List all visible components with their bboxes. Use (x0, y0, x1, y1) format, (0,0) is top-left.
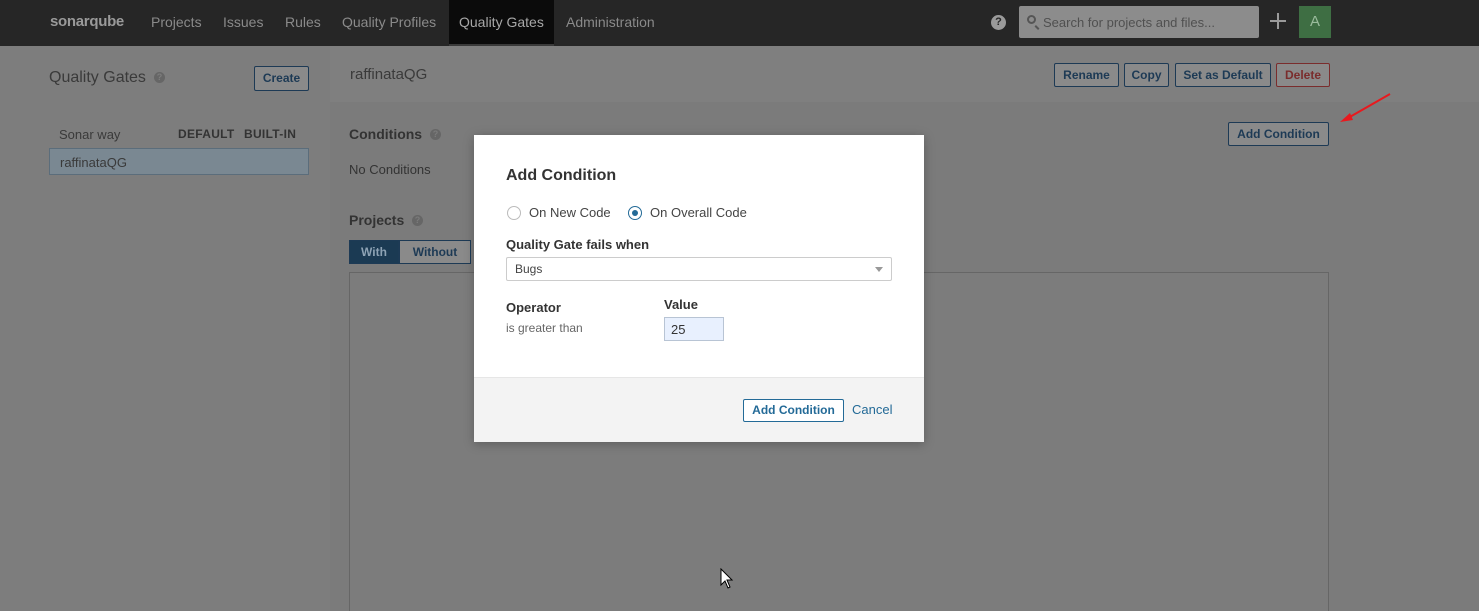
add-condition-modal: Add Condition On New Code On Overall Cod… (474, 135, 924, 442)
nav-administration[interactable]: Administration (556, 0, 665, 46)
submit-add-condition-button[interactable]: Add Condition (743, 399, 844, 422)
gate-name: raffinataQG (60, 155, 127, 170)
radio-overall-code[interactable] (628, 206, 642, 220)
conditions-title: Conditions (349, 126, 423, 142)
mouse-cursor-icon (720, 568, 734, 589)
chevron-down-icon (875, 267, 883, 272)
rename-button[interactable]: Rename (1054, 63, 1119, 87)
global-search[interactable] (1019, 6, 1259, 38)
tab-without[interactable]: Without (399, 240, 471, 264)
radio-overall-code-label[interactable]: On Overall Code (650, 205, 747, 220)
nav-projects[interactable]: Projects (141, 0, 212, 46)
help-icon[interactable]: ? (154, 72, 165, 83)
nav-quality-gates[interactable]: Quality Gates (449, 0, 554, 46)
gate-list-item[interactable]: raffinataQG (49, 148, 309, 175)
fails-when-label: Quality Gate fails when (506, 237, 650, 252)
radio-new-code-label[interactable]: On New Code (529, 205, 611, 220)
top-navbar: sonarqube Projects Issues Rules Quality … (0, 0, 1479, 46)
annotation-arrow-icon (1340, 93, 1391, 122)
built-in-badge: BUILT-IN (244, 127, 297, 141)
search-input[interactable] (1043, 6, 1253, 38)
gate-name: Sonar way (59, 127, 121, 142)
copy-button[interactable]: Copy (1124, 63, 1169, 87)
metric-select-value: Bugs (515, 262, 543, 276)
nav-issues[interactable]: Issues (213, 0, 273, 46)
set-as-default-button[interactable]: Set as Default (1175, 63, 1271, 87)
projects-title: Projects (349, 212, 405, 228)
empty-conditions-text: No Conditions (349, 162, 431, 177)
help-icon[interactable]: ? (991, 15, 1006, 30)
avatar[interactable]: A (1299, 6, 1331, 38)
help-icon[interactable]: ? (412, 215, 423, 226)
value-input[interactable] (664, 317, 724, 341)
modal-footer: Add Condition Cancel (474, 377, 924, 442)
value-label: Value (664, 297, 698, 312)
gate-list-item[interactable]: Sonar way DEFAULT BUILT-IN (49, 121, 309, 148)
nav-quality-profiles[interactable]: Quality Profiles (332, 0, 446, 46)
add-condition-button[interactable]: Add Condition (1228, 122, 1329, 146)
cancel-link[interactable]: Cancel (852, 402, 892, 417)
operator-label: Operator (506, 300, 561, 315)
search-icon (1027, 15, 1036, 24)
sonarqube-logo[interactable]: sonarqube (50, 13, 124, 30)
tab-with[interactable]: With (349, 240, 399, 264)
default-badge: DEFAULT (178, 127, 235, 141)
create-button[interactable]: Create (254, 66, 309, 91)
operator-value: is greater than (506, 321, 583, 335)
nav-rules[interactable]: Rules (275, 0, 331, 46)
help-icon[interactable]: ? (430, 129, 441, 140)
radio-new-code[interactable] (507, 206, 521, 220)
metric-select[interactable]: Bugs (506, 257, 892, 281)
plus-icon[interactable] (1269, 12, 1287, 30)
delete-button[interactable]: Delete (1276, 63, 1330, 87)
page-title: raffinataQG (350, 66, 428, 83)
sidebar-title: Quality Gates (49, 69, 146, 86)
modal-title: Add Condition (506, 167, 617, 184)
